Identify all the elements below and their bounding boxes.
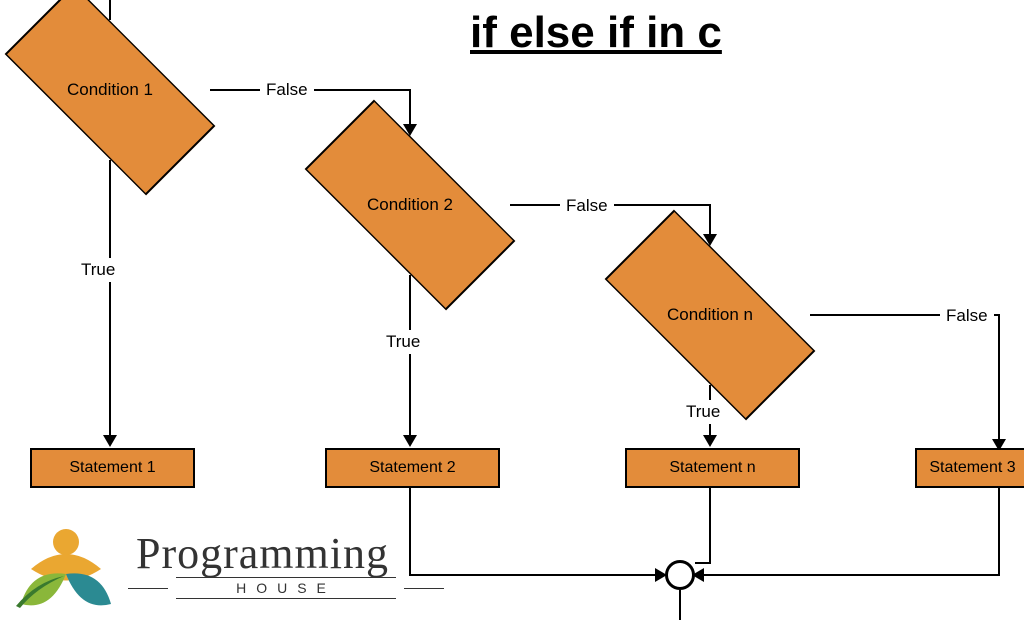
condition-1-diamond: Condition 1 [10, 20, 210, 160]
true-1-label: True [75, 258, 121, 282]
statement-3-label: Statement 3 [929, 459, 1015, 477]
arrow-left-icon [692, 568, 704, 582]
condition-n-diamond: Condition n [610, 245, 810, 385]
connector-line [998, 488, 1000, 575]
connector-line [709, 488, 711, 562]
statement-3-box: Statement 3 [915, 448, 1024, 488]
logo-mark-icon [6, 514, 126, 614]
statement-n-box: Statement n [625, 448, 800, 488]
connector-line [695, 562, 711, 564]
condition-n-label: Condition n [667, 305, 753, 325]
false-1-label: False [260, 78, 314, 102]
true-n-label: True [680, 400, 726, 424]
statement-1-box: Statement 1 [30, 448, 195, 488]
merge-node-icon [665, 560, 695, 590]
connector-line [679, 590, 681, 620]
arrow-down-icon [703, 435, 717, 447]
page-title: if else if in c [470, 8, 722, 58]
false-n-label: False [940, 304, 994, 328]
true-2-label: True [380, 330, 426, 354]
arrow-down-icon [403, 435, 417, 447]
condition-1-label: Condition 1 [67, 80, 153, 100]
arrow-right-icon [655, 568, 667, 582]
connector-line [409, 89, 411, 129]
connector-line [695, 574, 1000, 576]
false-2-label: False [560, 194, 614, 218]
logo-main-text: Programming [136, 528, 389, 579]
statement-n-label: Statement n [669, 459, 755, 477]
connector-line [409, 574, 665, 576]
connector-line [998, 314, 1000, 444]
statement-2-box: Statement 2 [325, 448, 500, 488]
condition-2-diamond: Condition 2 [310, 135, 510, 275]
flowchart-canvas: if else if in c Condition 1 True False C… [0, 0, 1024, 620]
statement-2-label: Statement 2 [369, 459, 455, 477]
logo: Programming HOUSE [6, 514, 389, 614]
connector-line [109, 160, 111, 440]
statement-1-label: Statement 1 [69, 459, 155, 477]
logo-sub-text: HOUSE [176, 577, 396, 599]
condition-2-label: Condition 2 [367, 195, 453, 215]
arrow-down-icon [103, 435, 117, 447]
connector-line [409, 488, 411, 575]
connector-line [109, 0, 111, 20]
logo-text-wrap: Programming HOUSE [136, 528, 389, 601]
connector-line [409, 275, 411, 440]
